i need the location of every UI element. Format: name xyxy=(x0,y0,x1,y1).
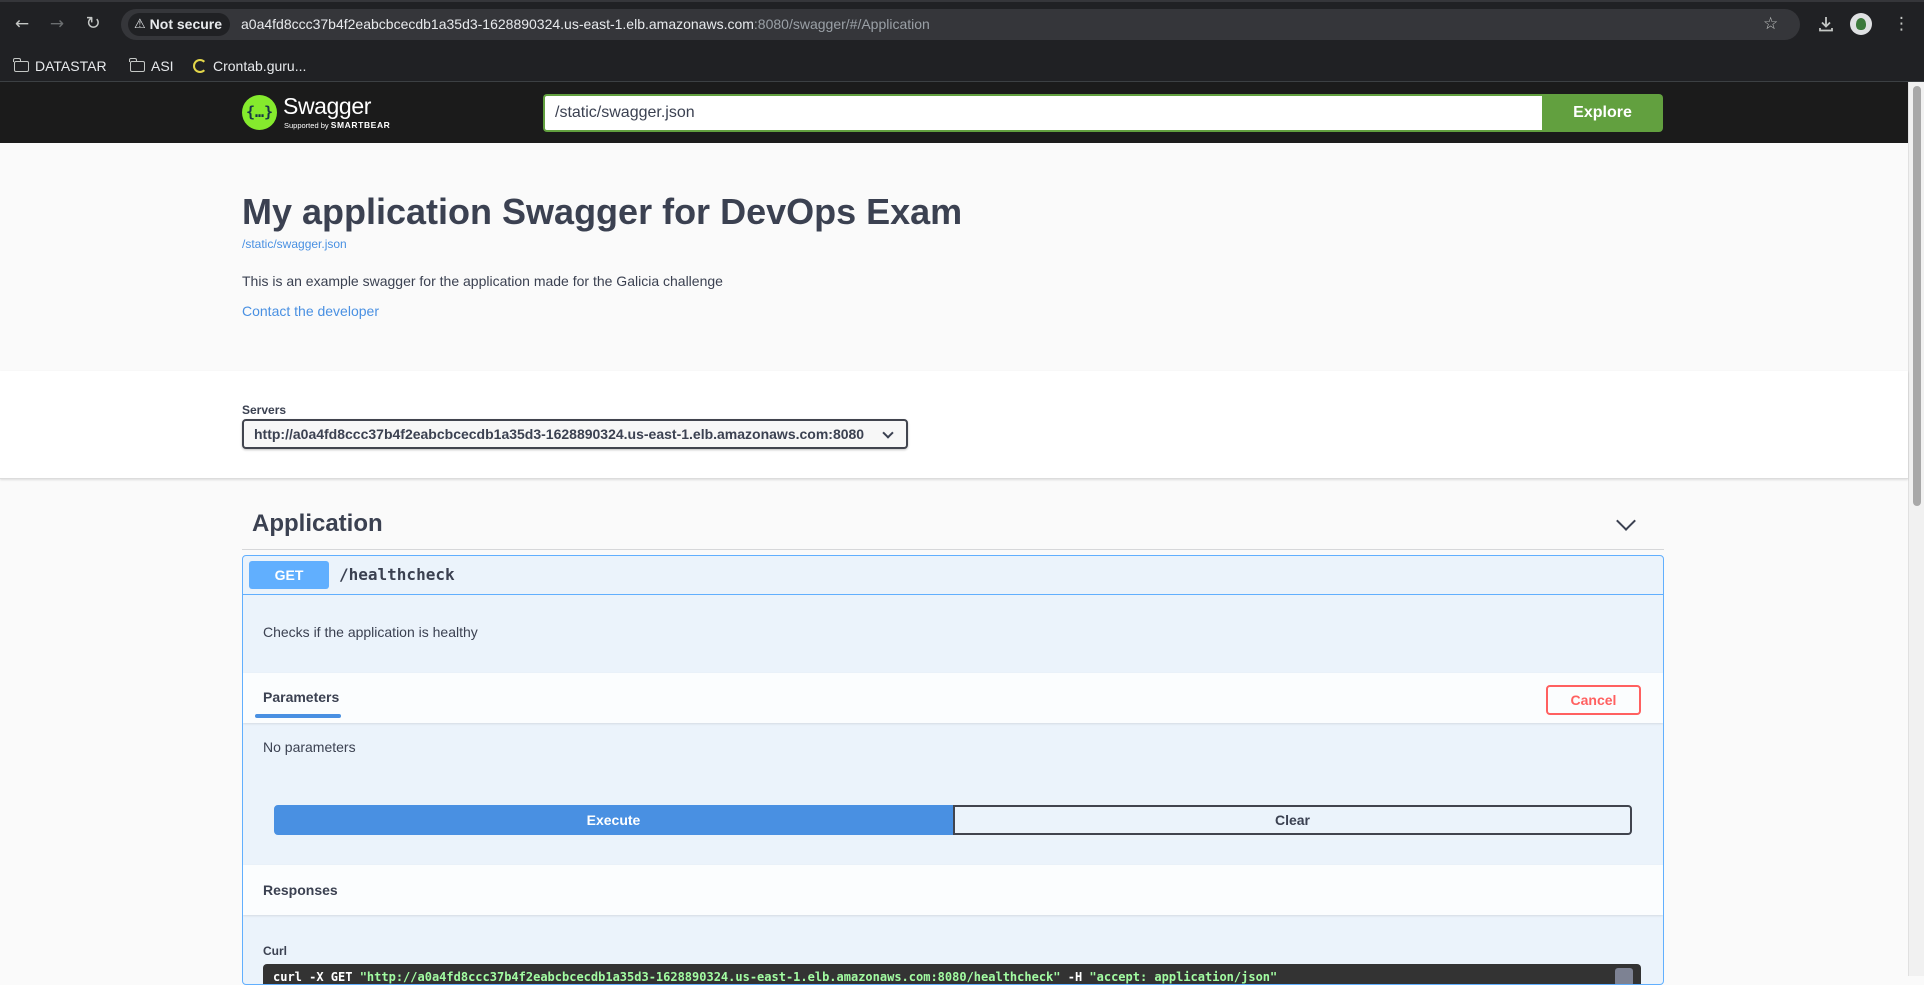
security-indicator[interactable]: ⚠ Not secure xyxy=(128,13,231,36)
spec-link[interactable]: /static/swagger.json xyxy=(242,237,347,251)
swagger-logo-name: Swagger xyxy=(283,93,371,119)
spec-url-input[interactable] xyxy=(543,94,1543,132)
method-badge: GET xyxy=(249,561,329,589)
back-arrow-icon[interactable]: ← xyxy=(11,13,33,35)
folder-icon xyxy=(13,57,29,72)
execute-button[interactable]: Execute xyxy=(274,805,953,835)
logo-sub-brand: SMARTBEAR xyxy=(330,120,391,130)
api-description: This is an example swagger for the appli… xyxy=(242,273,723,289)
bookmark-datastar[interactable]: DATASTAR xyxy=(13,55,107,77)
swagger-logo-glyph: {…} xyxy=(245,102,274,121)
tab-active-indicator xyxy=(255,714,341,718)
security-label: Not secure xyxy=(149,16,223,32)
curl-command[interactable]: curl -X GET "http://a0a4fd8ccc37b4f2eabc… xyxy=(263,964,1641,984)
scrollbar-thumb[interactable] xyxy=(1913,86,1921,506)
logo-sub-prefix: Supported by xyxy=(284,121,329,130)
chevron-down-icon xyxy=(882,427,894,439)
operation-description: Checks if the application is healthy xyxy=(263,624,478,640)
operation-summary[interactable]: GET /healthcheck xyxy=(243,556,1663,595)
bookmark-label: Crontab.guru... xyxy=(213,58,307,74)
url-host: a0a4fd8ccc37b4f2eabcbcecdb1a35d3-1628890… xyxy=(241,16,754,32)
servers-selected-value: http://a0a4fd8ccc37b4f2eabcbcecdb1a35d3-… xyxy=(254,426,865,442)
profile-avatar-icon[interactable] xyxy=(1850,13,1872,35)
contact-developer-link[interactable]: Contact the developer xyxy=(242,303,379,319)
curl-header: "accept: application/json" xyxy=(1089,970,1278,984)
execute-wrapper: Execute Clear xyxy=(274,805,1632,835)
swagger-logo[interactable]: {…} Swagger Supported by SMARTBEAR xyxy=(242,92,393,132)
swagger-logo-icon: {…} xyxy=(242,94,277,130)
url-text[interactable]: a0a4fd8ccc37b4f2eabcbcecdb1a35d3-1628890… xyxy=(241,9,930,40)
operation-block-get-healthcheck: GET /healthcheck Checks if the applicati… xyxy=(242,555,1664,985)
explore-button[interactable]: Explore xyxy=(1542,94,1663,132)
crontab-icon xyxy=(193,59,207,73)
curl-url: "http://a0a4fd8ccc37b4f2eabcbcecdb1a35d3… xyxy=(359,970,1061,984)
copy-icon[interactable] xyxy=(1615,968,1633,984)
browser-toolbar: ← → ↻ ⚠ Not secure a0a4fd8ccc37b4f2eabcb… xyxy=(0,0,1924,50)
warning-triangle-icon: ⚠ xyxy=(134,17,146,32)
swagger-logo-subtitle: Supported by SMARTBEAR xyxy=(284,120,390,130)
curl-header-flag: -H xyxy=(1060,970,1090,984)
page-scrollbar[interactable] xyxy=(1908,82,1924,976)
bookmark-asi[interactable]: ASI xyxy=(129,55,174,77)
folder-icon xyxy=(129,57,145,72)
tab-parameters[interactable]: Parameters xyxy=(263,689,339,705)
swagger-logo-text: Swagger Supported by SMARTBEAR xyxy=(283,92,393,132)
curl-label: Curl xyxy=(263,944,287,958)
bookmark-crontab[interactable]: Crontab.guru... xyxy=(193,55,306,77)
servers-label: Servers xyxy=(242,403,287,417)
api-title: My application Swagger for DevOps Exam xyxy=(242,191,963,232)
parameters-header: Parameters Cancel xyxy=(243,673,1663,723)
bookmark-label: DATASTAR xyxy=(35,58,107,74)
operation-path: /healthcheck xyxy=(339,565,455,584)
clear-button[interactable]: Clear xyxy=(953,805,1632,835)
download-icon[interactable] xyxy=(1815,13,1837,35)
reload-icon[interactable]: ↻ xyxy=(82,13,104,35)
cancel-button[interactable]: Cancel xyxy=(1546,685,1641,715)
curl-cmd: curl -X GET xyxy=(273,970,360,984)
responses-header: Responses xyxy=(243,865,1663,915)
no-parameters-text: No parameters xyxy=(263,739,356,755)
api-info: My application Swagger for DevOps Exam /… xyxy=(0,143,1908,371)
forward-arrow-icon[interactable]: → xyxy=(46,13,68,35)
tag-title: Application xyxy=(252,510,383,537)
tag-header-application[interactable]: Application xyxy=(242,500,1664,550)
responses-title: Responses xyxy=(263,882,338,898)
servers-select[interactable]: http://a0a4fd8ccc37b4f2eabcbcecdb1a35d3-… xyxy=(242,419,908,449)
chevron-down-icon[interactable] xyxy=(1616,511,1636,531)
swagger-topbar: {…} Swagger Supported by SMARTBEAR Explo… xyxy=(0,82,1908,143)
bookmark-label: ASI xyxy=(151,58,174,74)
servers-section: Servers http://a0a4fd8ccc37b4f2eabcbcecd… xyxy=(0,371,1908,479)
menu-kebab-icon[interactable]: ⋮ xyxy=(1893,13,1910,35)
bookmark-star-icon[interactable]: ☆ xyxy=(1763,13,1778,35)
url-path: :8080/swagger/#/Application xyxy=(753,16,930,32)
address-bar[interactable]: ⚠ Not secure a0a4fd8ccc37b4f2eabcbcecdb1… xyxy=(121,9,1800,40)
bookmarks-bar: DATASTAR ASI Crontab.guru... xyxy=(0,50,1924,82)
tab-strip xyxy=(0,0,1924,2)
